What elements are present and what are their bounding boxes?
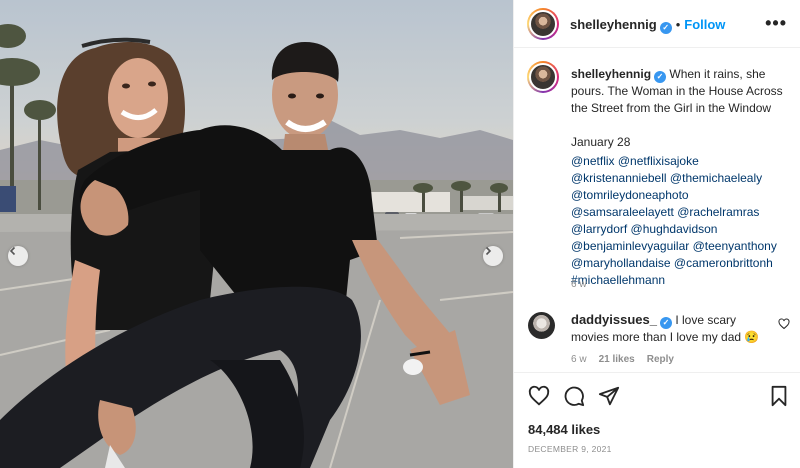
post-caption: shelleyhennig ✓ When it rains, she pours.…: [571, 66, 789, 289]
author-avatar[interactable]: [527, 8, 559, 40]
post-header: shelleyhennig ✓ • Follow •••: [514, 0, 800, 48]
chevron-left-icon: [9, 246, 16, 256]
post-details-panel: shelleyhennig ✓ • Follow ••• shelleyhennig ✓…: [513, 0, 800, 468]
bookmark-icon[interactable]: [769, 385, 789, 407]
verified-badge-icon: ✓: [659, 22, 672, 34]
caption-tag-link[interactable]: @rachelramras: [677, 205, 759, 219]
post-date: DECEMBER 9, 2021: [528, 444, 612, 454]
caption-tag-link[interactable]: @benjaminlevyaguilar: [571, 239, 689, 253]
carousel-prev-button[interactable]: [8, 246, 28, 266]
more-options-icon[interactable]: •••: [765, 14, 787, 32]
caption-tag-link[interactable]: @tomrileydoneaphoto: [571, 188, 689, 202]
post-time-ago[interactable]: 6 w: [571, 279, 587, 290]
reply-button[interactable]: Reply: [647, 354, 674, 365]
caption-tag-link[interactable]: @themichaelealy: [670, 171, 762, 185]
caption-tag-link[interactable]: @larrydorf: [571, 222, 627, 236]
comment-time-ago: 6 w: [571, 354, 587, 365]
caption-tag-link[interactable]: @samsaraleelayett: [571, 205, 674, 219]
like-heart-icon[interactable]: [528, 385, 550, 407]
comment-meta: 6 w 21 likes Reply: [571, 354, 674, 365]
caption-tag-link[interactable]: @teenyanthony: [693, 239, 777, 253]
paper-plane-icon[interactable]: [598, 385, 620, 407]
caption-tag-link[interactable]: @kristenanniebell: [571, 171, 667, 185]
carousel-next-button[interactable]: [483, 246, 503, 266]
header-user: shelleyhennig ✓ • Follow: [570, 16, 725, 34]
comment-icon[interactable]: [563, 385, 585, 407]
commenter-username[interactable]: daddyissues_: [571, 312, 657, 327]
caption-tag-link[interactable]: @hughdavidson: [631, 222, 718, 236]
caption-tags: @netflix @netflixisajoke @kristenanniebe…: [571, 153, 789, 289]
comment-like-heart-icon[interactable]: [778, 318, 790, 330]
photo-scene: [0, 24, 513, 468]
author-username[interactable]: shelleyhennig: [570, 17, 657, 32]
caption-tag-link[interactable]: @maryhollandaise: [571, 256, 671, 270]
post-actions-bar: [514, 372, 800, 420]
comment-body: daddyissues_ ✓ I love scary movies more t…: [571, 312, 777, 345]
commenter-avatar[interactable]: [528, 312, 555, 339]
chevron-right-icon: [485, 246, 492, 256]
verified-badge-icon: ✓: [660, 317, 672, 329]
caption-username[interactable]: shelleyhennig: [571, 67, 651, 81]
caption-tag-link[interactable]: @cameronbrittonh: [674, 256, 773, 270]
likes-count[interactable]: 84,484 likes: [528, 422, 600, 437]
caption-author-avatar[interactable]: [527, 61, 559, 93]
verified-badge-icon: ✓: [654, 71, 667, 83]
separator: •: [675, 17, 681, 32]
caption-tag-link[interactable]: @netflixisajoke: [618, 154, 699, 168]
follow-button[interactable]: Follow: [684, 17, 725, 32]
post-photo[interactable]: [0, 0, 513, 468]
caption-tag-link[interactable]: @netflix: [571, 154, 615, 168]
comment-likes[interactable]: 21 likes: [599, 354, 635, 365]
